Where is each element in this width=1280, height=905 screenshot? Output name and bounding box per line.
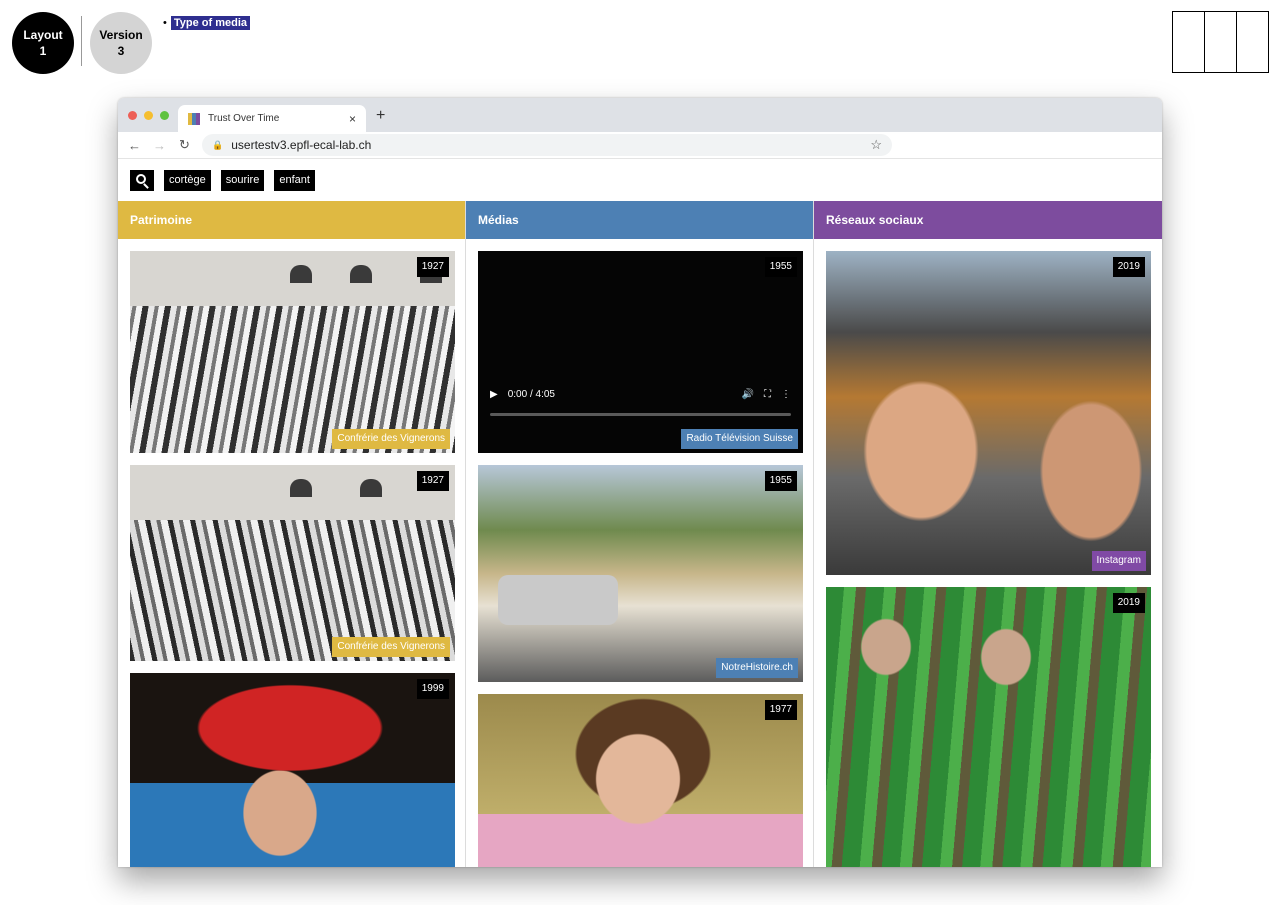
note-bullet: • <box>163 17 167 29</box>
version-badge: Version 3 <box>90 12 152 74</box>
layout-badge: Layout 1 <box>12 12 74 74</box>
layout-label: Layout <box>23 28 63 42</box>
video-controls: ▶ 0:00 / 4:05 🔊 ⛶ ⋮ <box>490 389 791 400</box>
column-medias: Médias 1955 ▶ 0:00 / 4:05 🔊 ⛶ ⋮ Radio Té… <box>466 201 814 867</box>
source-badge: Confrérie des Vignerons <box>332 637 450 657</box>
column-reseaux-sociaux: Réseaux sociaux 2019 Instagram 2019 <box>814 201 1162 867</box>
bookmark-star-icon[interactable]: ☆ <box>870 137 882 153</box>
play-icon[interactable]: ▶ <box>490 389 498 400</box>
tab-bar: Trust Over Time × + <box>118 98 1162 132</box>
volume-icon[interactable]: 🔊 <box>742 389 754 400</box>
year-badge: 1927 <box>416 471 449 491</box>
note-tag: Type of media <box>170 16 251 30</box>
tab-close-icon[interactable]: × <box>349 112 356 126</box>
source-badge: Confrérie des Vignerons <box>332 429 450 449</box>
search-icon <box>136 173 146 184</box>
year-badge: 1977 <box>764 700 797 720</box>
year-badge: 1999 <box>416 679 449 699</box>
video-time: 0:00 / 4:05 <box>507 389 555 400</box>
search-row: cortège sourire enfant <box>118 159 1162 201</box>
media-card[interactable]: 1999 <box>130 673 455 867</box>
video-player[interactable]: 1955 ▶ 0:00 / 4:05 🔊 ⛶ ⋮ Radio Télévisio… <box>478 251 803 453</box>
year-badge: 1955 <box>764 257 797 277</box>
year-badge: 1927 <box>416 257 449 277</box>
close-window-button[interactable] <box>128 111 137 120</box>
version-label: Version <box>99 28 143 42</box>
layout-number: 1 <box>39 44 47 58</box>
media-columns: Patrimoine 1927 Confrérie des Vignerons … <box>118 201 1162 867</box>
column-header: Médias <box>466 201 813 239</box>
reload-icon[interactable]: ↻ <box>172 137 197 153</box>
browser-window: Trust Over Time × + ← → ↻ 🔒 usertestv3.e… <box>118 98 1162 867</box>
tab-title: Trust Over Time <box>208 113 280 124</box>
url-field[interactable]: 🔒 usertestv3.epfl-ecal-lab.ch ☆ <box>202 134 892 156</box>
media-card[interactable]: 1955 NotreHistoire.ch <box>478 465 803 682</box>
media-card[interactable]: 1927 Confrérie des Vignerons <box>130 251 455 453</box>
source-badge: NotreHistoire.ch <box>716 658 798 678</box>
back-arrow-icon[interactable]: ← <box>122 138 147 153</box>
year-badge: 2019 <box>1112 257 1145 277</box>
fullscreen-icon[interactable]: ⛶ <box>764 389 771 400</box>
video-progress-bar[interactable] <box>490 413 791 416</box>
favicon-icon <box>188 112 200 125</box>
media-card[interactable]: 1927 Confrérie des Vignerons <box>130 465 455 661</box>
tag-chip[interactable]: cortège <box>164 169 211 191</box>
column-patrimoine: Patrimoine 1927 Confrérie des Vignerons … <box>118 201 466 867</box>
column-header: Patrimoine <box>118 201 465 239</box>
page-content: cortège sourire enfant Patrimoine 1927 C… <box>118 159 1162 867</box>
source-badge: Instagram <box>1091 551 1146 571</box>
address-bar: ← → ↻ 🔒 usertestv3.epfl-ecal-lab.ch ☆ <box>118 132 1162 159</box>
tag-chip[interactable]: enfant <box>274 169 315 191</box>
annotation-note: • Type of media <box>163 16 251 30</box>
year-badge: 2019 <box>1112 593 1145 613</box>
more-options-icon[interactable]: ⋮ <box>781 389 791 400</box>
maximize-window-button[interactable] <box>160 111 169 120</box>
source-badge: Radio Télévision Suisse <box>681 429 798 449</box>
annotation-divider <box>81 16 82 66</box>
search-button[interactable] <box>130 169 154 191</box>
version-number: 3 <box>117 44 125 58</box>
media-card[interactable]: 2019 Instagram <box>826 251 1151 575</box>
media-card[interactable]: 1977 <box>478 694 803 867</box>
tag-chip[interactable]: sourire <box>220 169 265 191</box>
lock-icon: 🔒 <box>212 139 224 150</box>
forward-arrow-icon[interactable]: → <box>147 138 172 153</box>
three-column-grid-icon <box>1172 11 1269 73</box>
minimize-window-button[interactable] <box>144 111 153 120</box>
url-text: usertestv3.epfl-ecal-lab.ch <box>231 138 372 152</box>
year-badge: 1955 <box>764 471 797 491</box>
media-card[interactable]: 2019 <box>826 587 1151 867</box>
column-header: Réseaux sociaux <box>814 201 1162 239</box>
new-tab-button[interactable]: + <box>376 107 385 125</box>
browser-tab[interactable]: Trust Over Time × <box>178 105 366 132</box>
